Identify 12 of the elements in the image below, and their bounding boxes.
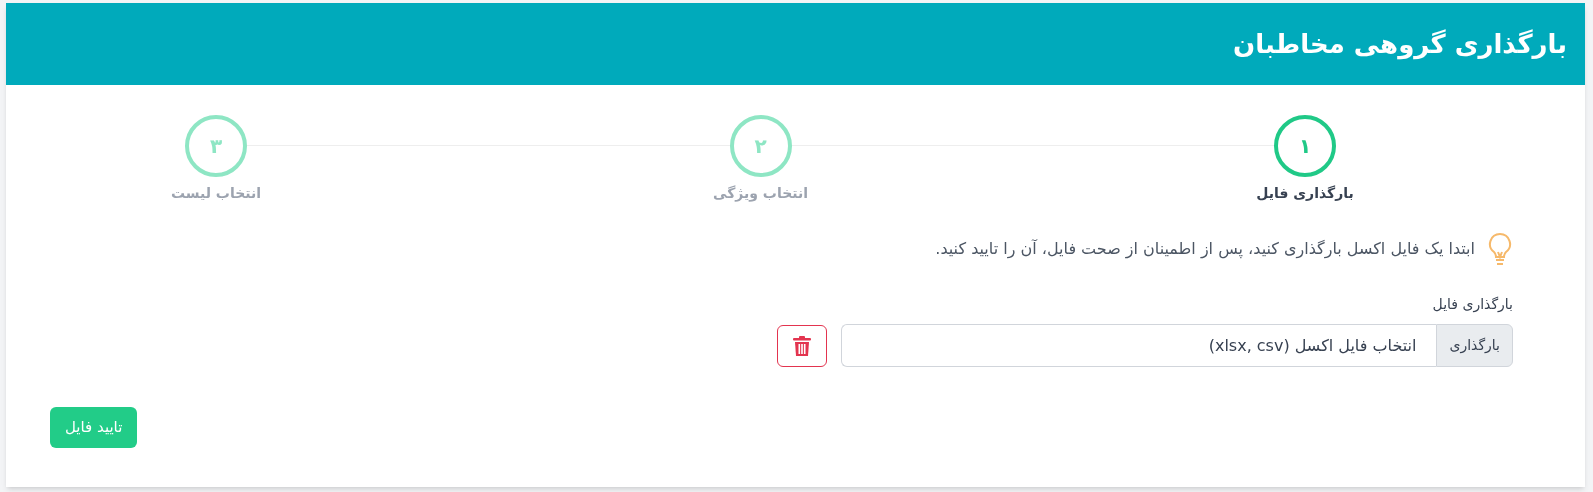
delete-button[interactable] <box>777 324 827 367</box>
upload-label: بارگذاری <box>1436 324 1513 367</box>
step-label: انتخاب ویژگی <box>713 184 809 204</box>
lightbulb-icon <box>1487 232 1513 266</box>
trash-icon <box>793 335 811 356</box>
confirm-button[interactable]: تایید فایل <box>50 407 138 448</box>
file-input-field[interactable]: انتخاب فایل اکسل (xlsx, csv) <box>841 324 1437 367</box>
field-label: بارگذاری فایل <box>1432 296 1513 312</box>
step-label: انتخاب لیست <box>170 184 262 203</box>
page-title: بارگذاری گروهی مخاطبان <box>1233 27 1567 62</box>
hint-text: ابتدا یک فایل اکسل بارگذاری کنید، پس از اطمینان از صحت فایل، آن را تایید کنید. <box>935 238 1475 261</box>
step-label: بارگذاری فایل <box>1256 184 1354 203</box>
